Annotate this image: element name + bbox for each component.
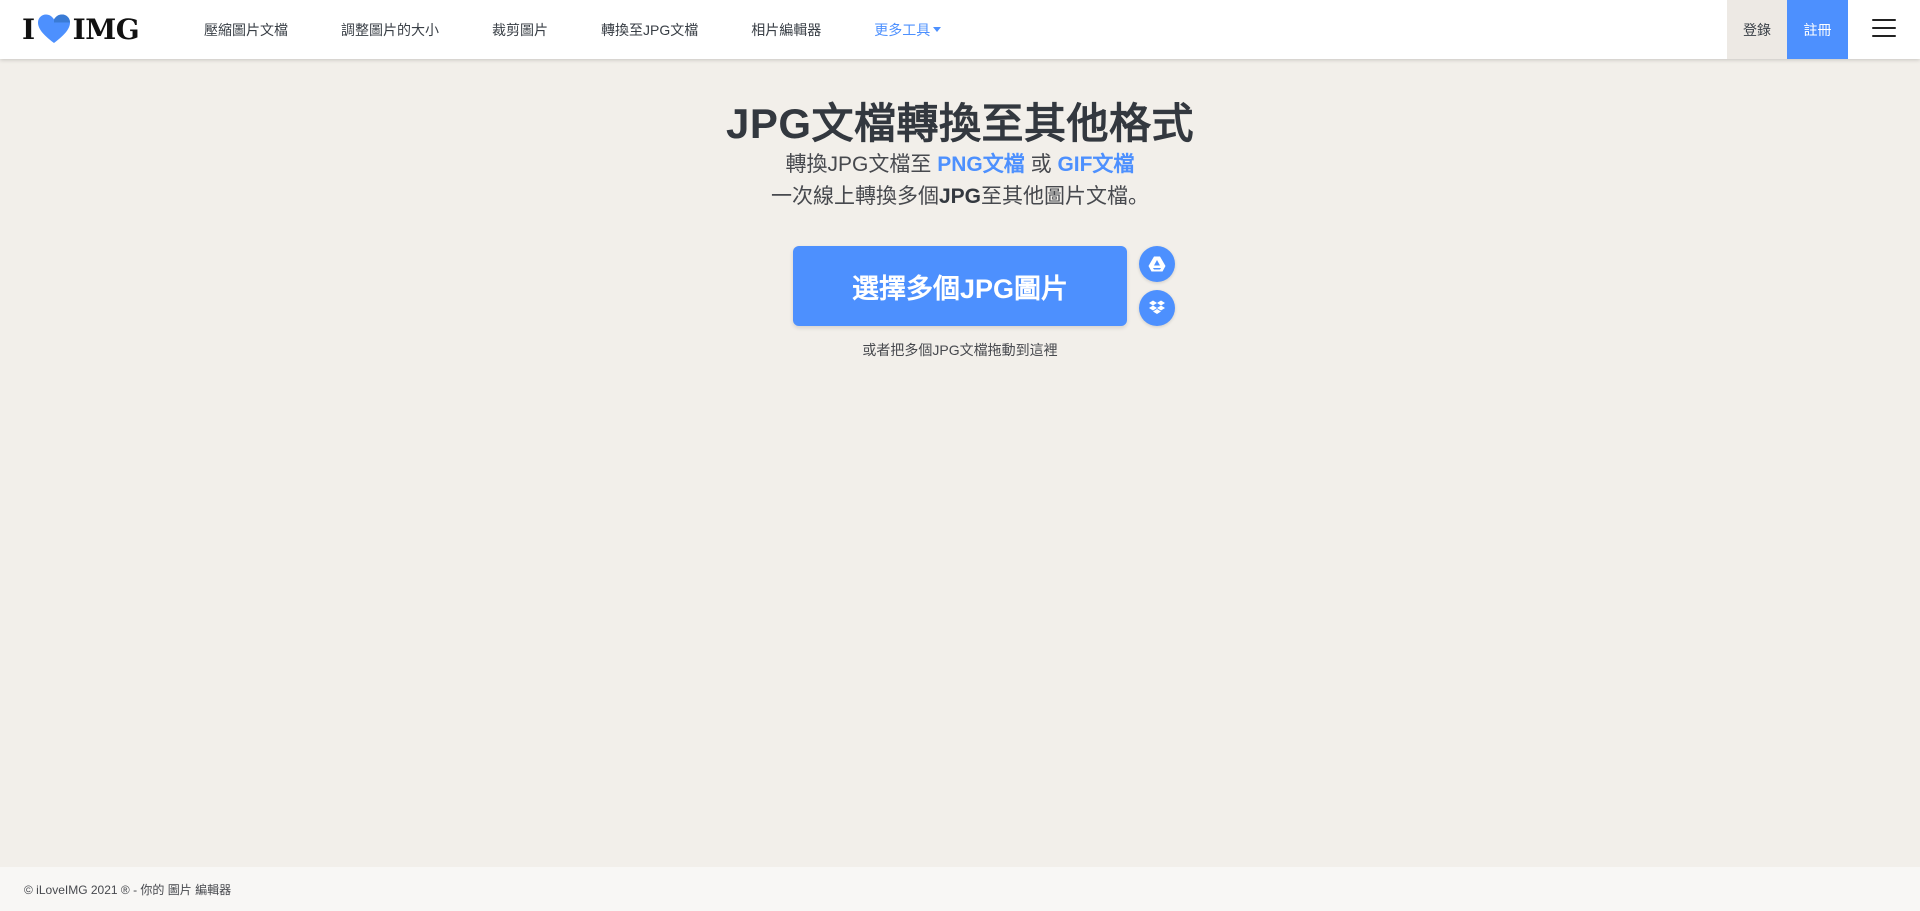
dropbox-icon[interactable]: [1139, 290, 1175, 326]
hamburger-menu-icon[interactable]: [1872, 19, 1896, 39]
login-button[interactable]: 登錄: [1727, 0, 1787, 59]
png-link[interactable]: PNG文檔: [937, 153, 1025, 176]
page-title: JPG文檔轉換至其他格式: [725, 100, 1195, 147]
gif-link[interactable]: GIF文檔: [1057, 153, 1134, 176]
drop-hint-text: 或者把多個JPG文檔拖動到這裡: [862, 342, 1058, 358]
footer-copyright: © iLoveIMG 2021 ® - 你的 圖片 編輯器: [24, 882, 232, 897]
logo-letter-i: I: [22, 12, 35, 46]
nav-photo-editor[interactable]: 相片編輯器: [751, 20, 821, 40]
subtitle-prefix: 轉換JPG文檔至: [785, 153, 932, 176]
heart-icon: [37, 13, 71, 45]
page-description: 一次線上轉換多個JPG至其他圖片文檔。: [0, 180, 1920, 210]
google-drive-icon[interactable]: [1139, 246, 1175, 282]
iloveimg-logo[interactable]: I IMG: [22, 12, 140, 46]
select-images-button[interactable]: 選擇多個JPG圖片: [793, 246, 1127, 326]
nav-compress-image[interactable]: 壓縮圖片文檔: [204, 20, 288, 40]
nav-resize-image[interactable]: 調整圖片的大小: [341, 20, 439, 40]
description-jpg: JPG: [938, 185, 982, 208]
nav-more-tools-label: 更多工具: [874, 21, 931, 38]
nav-crop-image[interactable]: 裁剪圖片: [492, 20, 548, 40]
description-suffix: 至其他圖片文檔。: [981, 185, 1150, 208]
nav-more-tools[interactable]: 更多工具: [874, 20, 942, 40]
footer: © iLoveIMG 2021 ® - 你的 圖片 編輯器: [0, 867, 1920, 911]
menu-line: [1872, 19, 1896, 21]
subtitle-or: 或: [1030, 153, 1052, 176]
menu-line: [1872, 27, 1896, 29]
caret-down-icon: [933, 27, 942, 32]
signup-button[interactable]: 註冊: [1787, 0, 1848, 59]
menu-line: [1872, 35, 1896, 37]
top-navbar: I IMG 壓縮圖片文檔 調整圖片的大小 裁剪圖片 轉換至JPG文檔 相片編輯器…: [0, 0, 1920, 59]
main-nav: 壓縮圖片文檔 調整圖片的大小 裁剪圖片 轉換至JPG文檔 相片編輯器 更多工具: [204, 0, 994, 59]
page-subtitle: 轉換JPG文檔至 PNG文檔 或 GIF文檔: [0, 148, 1920, 178]
description-prefix: 一次線上轉換多個: [770, 185, 939, 208]
nav-convert-to-jpg[interactable]: 轉換至JPG文檔: [601, 20, 698, 40]
logo-letters-img: IMG: [72, 12, 140, 46]
